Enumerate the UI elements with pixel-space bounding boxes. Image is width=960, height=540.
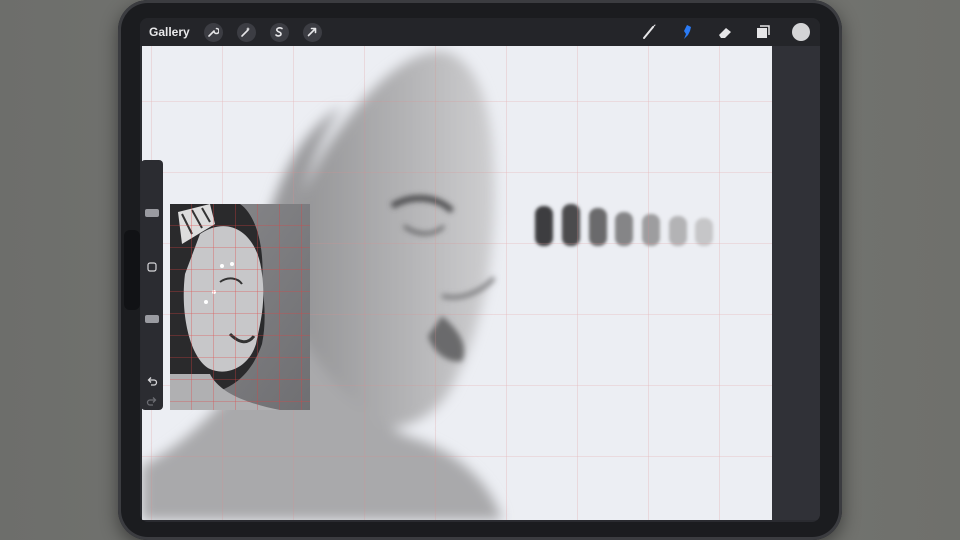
right-tools (640, 18, 810, 46)
adjustments-icon[interactable] (236, 22, 256, 42)
layers-icon[interactable] (754, 23, 772, 41)
reference-image[interactable] (170, 204, 310, 410)
eraser-icon[interactable] (716, 23, 734, 41)
actions-icon[interactable] (203, 22, 223, 42)
procreate-screen: Gallery (140, 18, 820, 522)
drawing-canvas[interactable] (142, 46, 772, 520)
modify-button[interactable] (146, 260, 158, 272)
brush-opacity-thumb[interactable] (145, 314, 159, 323)
reference-photo (170, 204, 310, 410)
brush-size-thumb[interactable] (145, 209, 159, 217)
canvas-margin (772, 46, 820, 520)
selection-icon[interactable] (269, 22, 289, 42)
brush-sidebar (141, 160, 163, 410)
transform-icon[interactable] (302, 22, 322, 42)
smudge-icon[interactable] (678, 23, 696, 41)
color-swatch[interactable] (792, 23, 810, 41)
brush-opacity-slider[interactable] (141, 282, 163, 372)
undo-icon[interactable] (146, 374, 158, 386)
camera-notch (124, 230, 140, 310)
gallery-button[interactable]: Gallery (149, 25, 190, 39)
redo-icon[interactable] (146, 394, 158, 406)
top-toolbar: Gallery (140, 18, 820, 46)
brush-icon[interactable] (640, 23, 658, 41)
